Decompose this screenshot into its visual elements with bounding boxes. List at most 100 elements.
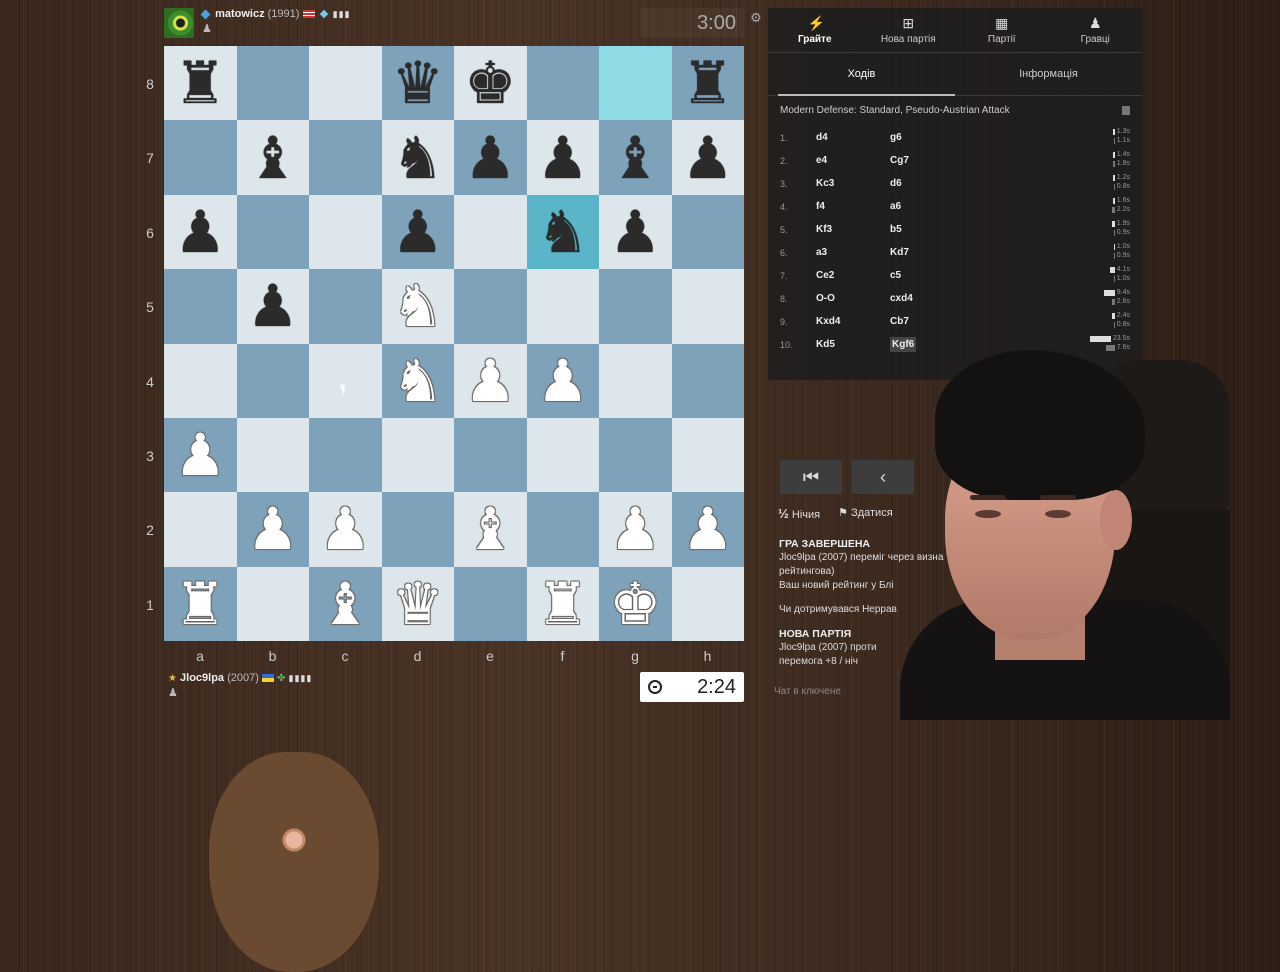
- white-king-icon[interactable]: ♚: [609, 575, 661, 633]
- square-a4[interactable]: [164, 343, 237, 418]
- square-d6[interactable]: ♟: [381, 194, 454, 270]
- white-pawn-icon[interactable]: ♟: [464, 352, 516, 410]
- square-g7[interactable]: ♝: [599, 120, 672, 195]
- black-knight-icon[interactable]: ♞: [392, 129, 444, 187]
- square-b4[interactable]: [236, 343, 309, 418]
- square-h4[interactable]: [671, 343, 744, 418]
- black-queen-icon[interactable]: ♛: [392, 54, 444, 112]
- square-h5[interactable]: [671, 269, 744, 344]
- square-c8[interactable]: [309, 46, 382, 121]
- square-e7[interactable]: ♟: [454, 120, 527, 195]
- white-move[interactable]: Kxd4: [816, 316, 890, 327]
- white-knight-icon[interactable]: ♞: [392, 352, 444, 410]
- white-pawn-icon[interactable]: ♟: [247, 500, 299, 558]
- square-e3[interactable]: [454, 417, 527, 493]
- square-h8[interactable]: ♜: [671, 46, 744, 121]
- square-g6[interactable]: ♟: [599, 194, 672, 270]
- square-g2[interactable]: ♟: [599, 492, 672, 567]
- square-c1[interactable]: ♝: [309, 566, 382, 641]
- square-h2[interactable]: ♟: [671, 492, 744, 567]
- square-c6[interactable]: [309, 194, 382, 270]
- square-e2[interactable]: ♝: [454, 492, 527, 567]
- white-pawn-icon[interactable]: ♟: [319, 500, 371, 558]
- square-a5[interactable]: [164, 269, 237, 344]
- square-h6[interactable]: [671, 194, 744, 270]
- first-move-button[interactable]: ⏮: [780, 460, 842, 494]
- square-d2[interactable]: [381, 492, 454, 567]
- square-a8[interactable]: ♜: [164, 46, 237, 121]
- white-move[interactable]: Kf3: [816, 224, 890, 235]
- square-f3[interactable]: [526, 417, 599, 493]
- square-g8[interactable]: [599, 46, 672, 121]
- white-move[interactable]: e4: [816, 155, 890, 166]
- trash-icon[interactable]: [1122, 105, 1130, 115]
- black-pawn-icon[interactable]: ♟: [464, 129, 516, 187]
- white-move[interactable]: Ce2: [816, 270, 890, 281]
- square-c4[interactable]: [309, 343, 382, 418]
- square-h3[interactable]: [671, 417, 744, 493]
- white-move[interactable]: O-O: [816, 293, 890, 304]
- white-rook-icon[interactable]: ♜: [537, 575, 589, 633]
- square-e8[interactable]: ♚: [454, 46, 527, 121]
- square-g5[interactable]: [599, 269, 672, 344]
- square-a6[interactable]: ♟: [164, 194, 237, 270]
- square-a2[interactable]: [164, 492, 237, 567]
- white-pawn-icon[interactable]: ♟: [174, 426, 226, 484]
- square-e1[interactable]: [454, 566, 527, 641]
- resign-button[interactable]: ⚑ Здатися: [838, 506, 893, 521]
- draw-button[interactable]: ½ Нічия: [778, 506, 820, 521]
- white-bishop-icon[interactable]: ♝: [319, 575, 371, 633]
- square-e5[interactable]: [454, 269, 527, 344]
- chat-input[interactable]: Чат в ключене: [774, 686, 841, 697]
- square-a1[interactable]: ♜: [164, 566, 237, 641]
- black-move[interactable]: Cg7: [890, 155, 964, 166]
- gear-icon[interactable]: ⚙: [750, 10, 762, 26]
- white-queen-icon[interactable]: ♛: [392, 575, 444, 633]
- square-b5[interactable]: ♟: [236, 269, 309, 344]
- black-move[interactable]: Kd7: [890, 247, 964, 258]
- square-b2[interactable]: ♟: [236, 492, 309, 567]
- square-f2[interactable]: [526, 492, 599, 567]
- square-b8[interactable]: [236, 46, 309, 121]
- square-g1[interactable]: ♚: [599, 566, 672, 641]
- black-bishop-icon[interactable]: ♝: [247, 129, 299, 187]
- black-move[interactable]: c5: [890, 270, 964, 281]
- nav-games[interactable]: ▦ Партії: [955, 8, 1049, 52]
- square-b7[interactable]: ♝: [236, 120, 309, 195]
- black-move[interactable]: d6: [890, 178, 964, 189]
- black-move[interactable]: cxd4: [890, 293, 964, 304]
- bottom-player-name[interactable]: Jloc9lpa: [180, 672, 224, 684]
- square-c2[interactable]: ♟: [309, 492, 382, 567]
- top-player-name[interactable]: matowicz: [215, 8, 265, 20]
- white-move[interactable]: Kd5: [816, 339, 890, 350]
- black-pawn-icon[interactable]: ♟: [247, 277, 299, 335]
- black-knight-icon[interactable]: ♞: [537, 203, 589, 261]
- black-king-icon[interactable]: ♚: [464, 54, 516, 112]
- nav-players[interactable]: ♟ Гравці: [1049, 8, 1143, 52]
- white-bishop-icon[interactable]: ♝: [464, 500, 516, 558]
- black-move[interactable]: Cb7: [890, 316, 964, 327]
- white-rook-icon[interactable]: ♜: [174, 575, 226, 633]
- white-pawn-icon[interactable]: ♟: [609, 500, 661, 558]
- black-rook-icon[interactable]: ♜: [174, 54, 226, 112]
- white-move[interactable]: Kc3: [816, 178, 890, 189]
- black-pawn-icon[interactable]: ♟: [682, 129, 734, 187]
- square-f4[interactable]: ♟: [526, 343, 599, 418]
- tab-info[interactable]: Інформація: [955, 53, 1142, 95]
- tab-moves[interactable]: Ходів: [768, 53, 955, 96]
- square-f5[interactable]: [526, 269, 599, 344]
- square-d8[interactable]: ♛: [381, 46, 454, 121]
- nav-play[interactable]: ⚡ Грайте: [768, 8, 862, 52]
- square-d3[interactable]: [381, 417, 454, 493]
- square-a7[interactable]: [164, 120, 237, 195]
- bottom-player-avatar[interactable]: [209, 752, 379, 972]
- square-f7[interactable]: ♟: [526, 120, 599, 195]
- square-c3[interactable]: [309, 417, 382, 493]
- black-bishop-icon[interactable]: ♝: [609, 129, 661, 187]
- black-pawn-icon[interactable]: ♟: [609, 203, 661, 261]
- square-b6[interactable]: [236, 194, 309, 270]
- square-a3[interactable]: ♟: [164, 417, 237, 493]
- square-f8[interactable]: [526, 46, 599, 121]
- square-g3[interactable]: [599, 417, 672, 493]
- square-c7[interactable]: [309, 120, 382, 195]
